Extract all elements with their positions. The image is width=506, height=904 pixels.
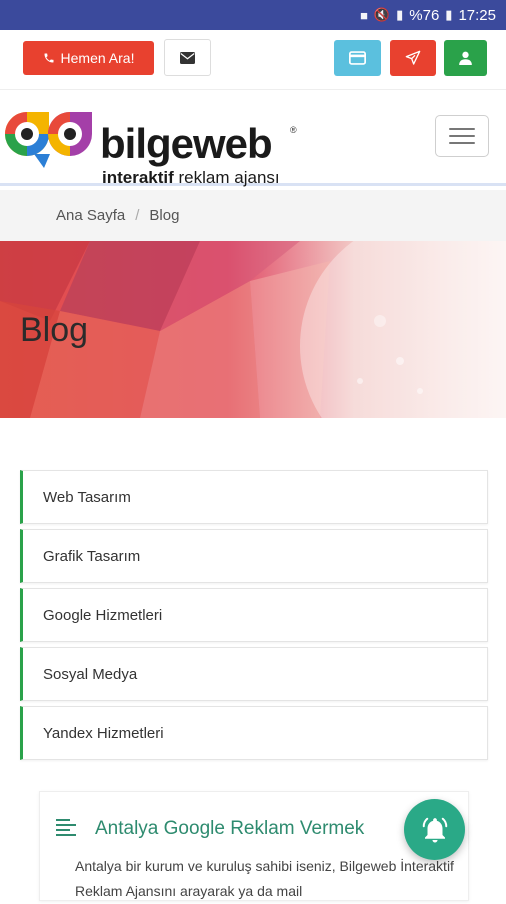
status-bar: ■ 🔇 ▮ %76 ▮ 17:25 bbox=[0, 0, 506, 30]
page-hero-banner: Blog bbox=[0, 241, 506, 418]
send-message-button[interactable] bbox=[390, 40, 436, 76]
notification-icon: ■ bbox=[360, 7, 368, 23]
email-button[interactable] bbox=[164, 39, 211, 76]
breadcrumb-home-link[interactable]: Ana Sayfa bbox=[56, 207, 125, 224]
signal-icon: ▮ bbox=[396, 7, 404, 22]
logo-wordmark: bilgeweb bbox=[100, 120, 273, 167]
hamburger-line bbox=[449, 135, 475, 137]
logo-tagline-rest: reklam ajansı bbox=[173, 168, 280, 187]
top-action-bar: Hemen Ara! bbox=[0, 30, 506, 90]
page-title: Blog bbox=[20, 311, 89, 349]
battery-percent: %76 bbox=[409, 6, 440, 24]
user-icon bbox=[459, 51, 472, 65]
bilgeweb-logo[interactable]: bilgeweb ® interaktif reklam ajansı bbox=[4, 106, 304, 187]
owl-eyes-logo-icon bbox=[5, 112, 92, 168]
post-excerpt: Antalya bir kurum ve kuruluş sahibi isen… bbox=[75, 858, 454, 899]
breadcrumb-current: Blog bbox=[149, 207, 180, 224]
bell-ring-icon bbox=[422, 817, 447, 842]
blog-post-card: Antalya Google Reklam Vermek Antalya bir… bbox=[39, 791, 469, 901]
category-item-web-tasarim[interactable]: Web Tasarım bbox=[20, 470, 488, 524]
phone-icon bbox=[44, 53, 54, 63]
mute-icon: 🔇 bbox=[373, 7, 391, 22]
credit-card-icon bbox=[349, 51, 366, 65]
payment-button[interactable] bbox=[334, 40, 381, 76]
breadcrumb-separator: / bbox=[135, 207, 140, 224]
hamburger-line bbox=[449, 142, 475, 144]
user-account-button[interactable] bbox=[444, 40, 487, 76]
logo-tagline: interaktif reklam ajansı bbox=[102, 168, 280, 188]
clock: 17:25 bbox=[458, 6, 496, 24]
category-item-yandex-hizmetleri[interactable]: Yandex Hizmetleri bbox=[20, 706, 488, 760]
post-title-link[interactable]: Antalya Google Reklam Vermek bbox=[95, 818, 364, 840]
envelope-icon bbox=[180, 51, 195, 64]
category-item-google-hizmetleri[interactable]: Google Hizmetleri bbox=[20, 588, 488, 642]
category-item-sosyal-medya[interactable]: Sosyal Medya bbox=[20, 647, 488, 701]
align-left-icon bbox=[56, 819, 76, 837]
category-list: Web Tasarım Grafik Tasarım Google Hizmet… bbox=[20, 470, 488, 765]
call-now-button[interactable]: Hemen Ara! bbox=[23, 41, 154, 75]
battery-icon: ▮ bbox=[445, 7, 453, 22]
category-item-grafik-tasarim[interactable]: Grafik Tasarım bbox=[20, 529, 488, 583]
call-now-label: Hemen Ara! bbox=[60, 50, 135, 66]
hamburger-line bbox=[449, 128, 475, 130]
paper-plane-icon bbox=[405, 50, 421, 65]
hamburger-menu-button[interactable] bbox=[435, 115, 489, 157]
registered-mark-icon: ® bbox=[290, 125, 297, 135]
breadcrumb: Ana Sayfa / Blog bbox=[0, 190, 506, 241]
notification-fab-button[interactable] bbox=[404, 799, 465, 860]
logo-tagline-bold: interaktif bbox=[102, 168, 174, 187]
site-header: bilgeweb ® interaktif reklam ajansı bbox=[0, 90, 506, 187]
